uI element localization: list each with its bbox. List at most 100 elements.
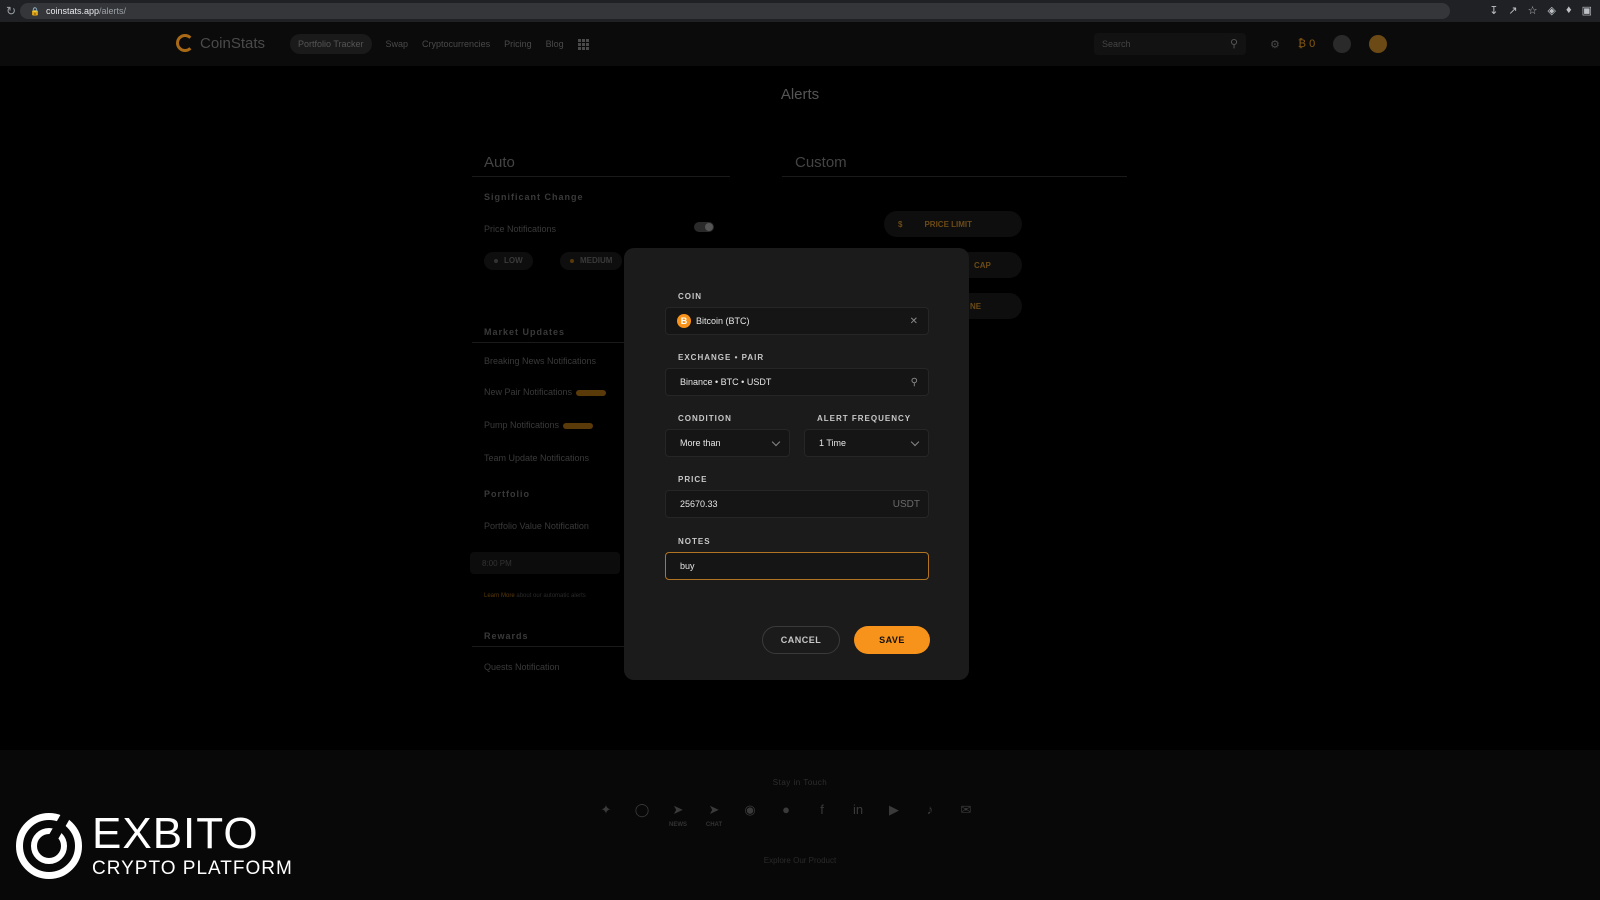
price-input[interactable]: 25670.33 USDT [665,490,929,518]
apps-grid-icon[interactable] [577,38,589,50]
breaking-news-notifications[interactable]: Breaking News Notifications [484,356,596,366]
reddit-icon[interactable]: ● [778,802,794,818]
search-icon: ⚲ [1229,38,1238,50]
condition-select[interactable]: More than [665,429,790,457]
extensions-icon[interactable]: ♦ [1566,4,1572,17]
coinstats-logo-icon [176,34,194,52]
share-icon[interactable]: ↗ [1508,4,1517,17]
market-updates-heading: Market Updates [484,327,566,337]
avatar[interactable] [1369,35,1388,53]
search-placeholder: Search [1102,39,1131,49]
nav-swap[interactable]: Swap [386,39,409,49]
sidebar-icon[interactable]: ▣ [1582,4,1592,17]
exchange-pair-label: EXCHANGE • PAIR [678,353,765,362]
instagram-icon[interactable]: ◯ [634,802,650,818]
brand-name: CoinStats [200,34,266,52]
portfolio-value-notification[interactable]: Portfolio Value Notification [484,521,589,531]
chip-medium-label: MEDIUM [580,256,613,265]
market-cap-label: CAP [974,260,991,270]
download-icon[interactable]: ↧ [1489,4,1498,17]
watermark-text: EXBITO CRYPTO PLATFORM [92,812,293,880]
pump-label: Pump Notifications [484,420,560,430]
telegram-chat-icon[interactable]: ➤ CHAT [706,802,722,828]
custom-section-title: Custom [795,154,847,171]
team-update-notifications[interactable]: Team Update Notifications [484,453,589,463]
significant-change-heading: Significant Change [484,192,584,202]
exbito-logo-icon [16,808,82,879]
learn-more-link[interactable]: Learn More [484,593,515,599]
address-bar[interactable]: 🔒 coinstats.app/alerts/ [20,3,1450,19]
search-input[interactable]: Search ⚲ [1094,33,1246,55]
discord-icon[interactable]: ◉ [742,802,758,818]
price-limit-button[interactable]: $ PRICE LIMIT [884,211,1022,237]
new-pair-label: New Pair Notifications [484,387,573,397]
nav-portfolio-tracker[interactable]: Portfolio Tracker [290,34,372,54]
pump-notifications[interactable]: Pump Notifications [484,420,594,430]
app-header: CoinStats Portfolio Tracker Swap Cryptoc… [0,22,1600,66]
new-pair-notifications[interactable]: New Pair Notifications [484,387,607,397]
exchange-pair-input[interactable]: Binance • BTC • USDT ⚲ [665,368,929,396]
social-links: ✦ ◯ ➤ NEWS ➤ CHAT ◉ ● f in ▶ ♪ ✉ [598,802,974,828]
coin-select[interactable]: B Bitcoin (BTC) ✕ [665,307,929,335]
clear-coin-icon[interactable]: ✕ [910,316,918,327]
reload-icon[interactable]: ↻ [0,4,22,18]
coins-balance[interactable]: ₿ 0 [1298,38,1315,50]
price-unit: USDT [892,498,920,510]
nav-cryptocurrencies[interactable]: Cryptocurrencies [422,39,490,49]
premium-badge [576,389,607,396]
chevron-down-icon [771,437,781,447]
cancel-button[interactable]: CANCEL [762,626,840,654]
stay-in-touch-heading: Stay in Touch [772,778,828,787]
price-notifications-label: Price Notifications [484,224,557,234]
watermark-tagline: CRYPTO PLATFORM [92,858,293,879]
price-label: PRICE [678,475,708,484]
twitter-icon[interactable]: ✦ [598,802,614,818]
header-actions: ⚙ ₿ 0 [1270,35,1388,53]
price-limit-label: PRICE LIMIT [924,219,973,229]
coin-count: 0 [1309,38,1316,50]
alert-frequency-select[interactable]: 1 Time [804,429,929,457]
rewards-heading: Rewards [484,631,529,641]
notifications-button[interactable] [1333,35,1352,53]
nav-blog[interactable]: Blog [546,39,564,49]
bitcoin-icon: B [677,314,691,328]
chip-low[interactable]: LOW [484,252,533,270]
youtube-icon[interactable]: ▶ [886,802,902,818]
price-notifications-toggle[interactable] [694,222,714,232]
notes-value: buy [680,561,695,571]
learn-more-line: Learn More about our automatic alerts [484,592,634,600]
tiktok-icon[interactable]: ♪ [922,802,938,818]
notes-label: NOTES [678,537,711,546]
coin-label: COIN [678,292,702,301]
quests-notification[interactable]: Quests Notification [484,662,560,672]
coin-value: Bitcoin (BTC) [696,316,750,326]
portfolio-heading: Portfolio [484,489,530,499]
chip-low-label: LOW [504,256,523,265]
telegram-news-icon[interactable]: ➤ NEWS [669,802,687,828]
portfolio-time-field[interactable]: 8:00 PM [470,552,620,574]
brand-logo[interactable]: CoinStats [176,34,265,52]
settings-gear-icon[interactable]: ⚙ [1270,38,1280,51]
chip-medium-dot [570,259,574,263]
facebook-icon[interactable]: f [814,802,830,818]
exchange-pair-value: Binance • BTC • USDT [680,377,772,387]
auto-divider [472,176,730,177]
dollar-icon: $ [898,219,903,229]
save-button[interactable]: SAVE [854,626,930,654]
linkedin-icon[interactable]: in [850,802,866,818]
browser-actions: ↧ ↗ ☆ ◈ ♦ ▣ [1489,4,1592,17]
auto-section-title: Auto [484,154,515,171]
news-caption: NEWS [669,822,687,828]
url-path: /alerts/ [99,6,127,16]
custom-divider [782,176,1127,177]
nav-pricing[interactable]: Pricing [504,39,532,49]
star-icon[interactable]: ☆ [1528,4,1538,17]
condition-label: CONDITION [678,414,732,423]
notes-input[interactable]: buy [665,552,929,580]
main-nav: Portfolio Tracker Swap Cryptocurrencies … [290,34,589,54]
shield-icon[interactable]: ◈ [1548,4,1556,17]
chip-medium[interactable]: MEDIUM [560,252,623,270]
email-icon[interactable]: ✉ [958,802,974,818]
price-value: 25670.33 [680,499,718,509]
watermark-brand: EXBITO [92,809,259,858]
